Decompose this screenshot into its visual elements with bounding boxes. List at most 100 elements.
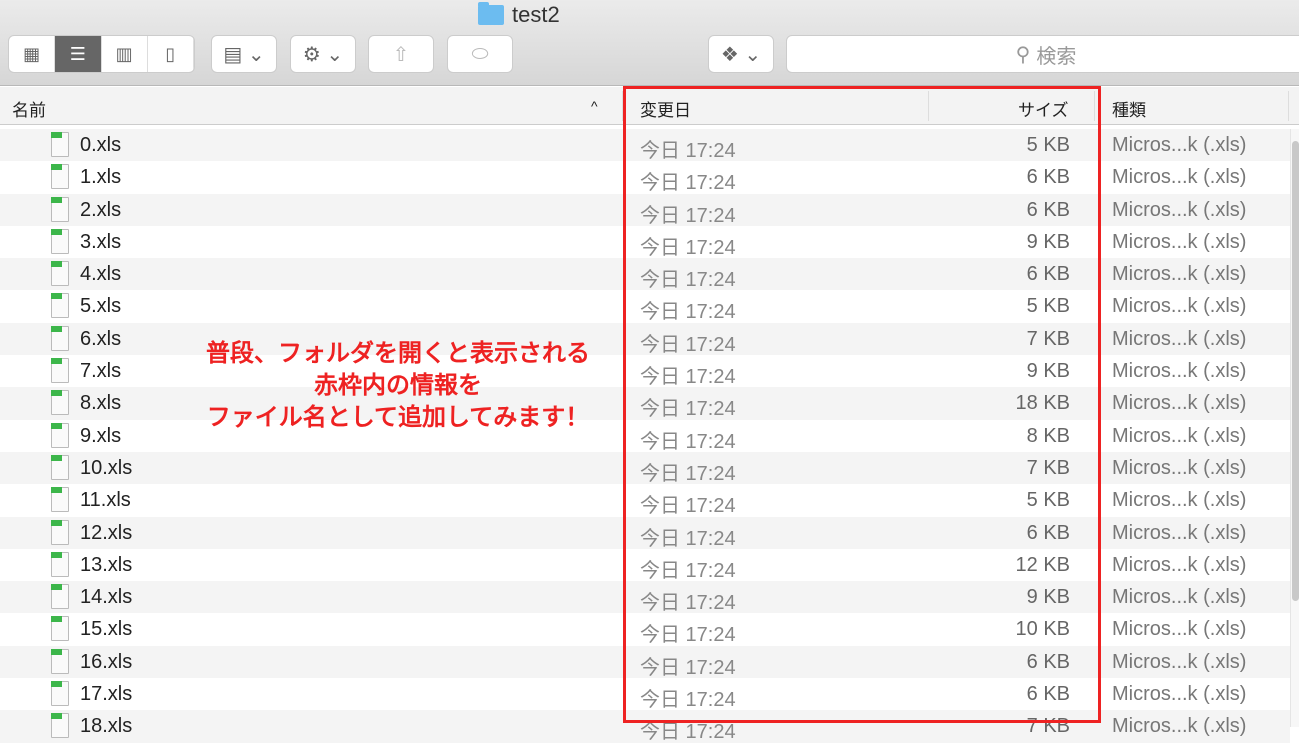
file-name: 2.xls (80, 198, 122, 221)
file-name: 3.xls (80, 230, 122, 253)
window-title: test2 (478, 2, 560, 28)
file-row[interactable]: 18.xls 今日 17:24 7 KB Micros...k (.xls) (0, 710, 1290, 743)
file-kind: Micros...k (.xls) (1112, 456, 1247, 479)
window-title-text: test2 (512, 2, 560, 27)
file-row[interactable]: 1.xls 今日 17:24 6 KB Micros...k (.xls) (0, 161, 1290, 195)
annotation: 普段、フォルダを開くと表示される 赤枠内の情報を ファイル名として追加してみます… (180, 338, 616, 434)
excel-file-icon (51, 616, 69, 642)
scrollbar[interactable] (1290, 129, 1299, 727)
file-date: 今日 17:24 (640, 495, 736, 518)
file-date: 今日 17:24 (640, 689, 736, 712)
file-row[interactable]: 0.xls 今日 17:24 5 KB Micros...k (.xls) (0, 129, 1290, 162)
file-kind: Micros...k (.xls) (1112, 586, 1247, 609)
file-date: 今日 17:24 (640, 236, 736, 259)
file-kind: Micros...k (.xls) (1112, 521, 1247, 544)
file-kind: Micros...k (.xls) (1112, 683, 1247, 706)
file-date: 今日 17:24 (640, 656, 736, 679)
file-kind: Micros...k (.xls) (1112, 553, 1247, 576)
file-kind: Micros...k (.xls) (1112, 618, 1247, 641)
file-date: 今日 17:24 (640, 366, 736, 389)
divider (1288, 91, 1289, 121)
list-view-button[interactable]: ☰ (55, 36, 102, 72)
file-name: 15.xls (80, 618, 133, 641)
file-date: 今日 17:24 (640, 172, 736, 195)
column-size[interactable]: サイズ (1018, 96, 1069, 121)
file-size: 9 KB (1026, 586, 1070, 609)
excel-file-icon (51, 358, 69, 384)
excel-file-icon (51, 293, 69, 319)
file-date: 今日 17:24 (640, 333, 736, 356)
file-name: 0.xls (80, 134, 122, 156)
excel-file-icon (51, 390, 69, 416)
file-date: 今日 17:24 (640, 301, 736, 324)
file-size: 8 KB (1026, 424, 1070, 447)
file-kind: Micros...k (.xls) (1112, 392, 1247, 415)
file-row[interactable]: 15.xls 今日 17:24 10 KB Micros...k (.xls) (0, 613, 1290, 646)
column-view-button[interactable]: ▥ (102, 36, 148, 72)
file-name: 5.xls (80, 295, 122, 318)
sort-ascending-icon[interactable]: ^ (591, 98, 598, 114)
scrollbar-thumb[interactable] (1292, 141, 1299, 601)
excel-file-icon (51, 132, 69, 157)
excel-file-icon (51, 454, 69, 480)
file-size: 7 KB (1026, 327, 1070, 350)
file-kind: Micros...k (.xls) (1112, 134, 1247, 156)
file-name: 10.xls (80, 456, 133, 479)
file-row[interactable]: 14.xls 今日 17:24 9 KB Micros...k (.xls) (0, 581, 1290, 615)
column-name[interactable]: 名前 (12, 96, 46, 121)
file-size: 6 KB (1026, 521, 1070, 544)
divider (1094, 91, 1095, 121)
excel-file-icon (51, 487, 69, 513)
file-date: 今日 17:24 (640, 592, 736, 615)
excel-file-icon (51, 681, 69, 707)
column-date[interactable]: 変更日 (640, 96, 691, 121)
file-row[interactable]: 4.xls 今日 17:24 6 KB Micros...k (.xls) (0, 258, 1290, 291)
file-kind: Micros...k (.xls) (1112, 424, 1247, 447)
excel-file-icon (51, 519, 69, 545)
file-name: 6.xls (80, 327, 122, 350)
file-kind: Micros...k (.xls) (1112, 327, 1247, 350)
search-icon: ⚲ (1015, 43, 1031, 66)
file-name: 12.xls (80, 521, 133, 544)
tag-button[interactable]: ⬭ (447, 35, 513, 73)
file-row[interactable]: 3.xls 今日 17:24 9 KB Micros...k (.xls) (0, 226, 1290, 259)
excel-file-icon (51, 325, 69, 351)
dropbox-button[interactable]: ❖ ⌄ (708, 35, 774, 73)
file-size: 9 KB (1026, 360, 1070, 383)
file-row[interactable]: 16.xls 今日 17:24 6 KB Micros...k (.xls) (0, 645, 1290, 679)
column-kind[interactable]: 種類 (1112, 96, 1146, 121)
file-list: 0.xls 今日 17:24 5 KB Micros...k (.xls) 1.… (0, 129, 1290, 743)
file-size: 5 KB (1026, 295, 1070, 318)
file-kind: Micros...k (.xls) (1112, 295, 1247, 318)
file-name: 4.xls (80, 263, 122, 286)
excel-file-icon (51, 648, 69, 674)
file-date: 今日 17:24 (640, 527, 736, 550)
gallery-view-button[interactable]: ▯ (148, 36, 194, 72)
file-row[interactable]: 5.xls 今日 17:24 5 KB Micros...k (.xls) (0, 290, 1290, 324)
arrange-button[interactable]: ▤ ⌄ (211, 35, 277, 73)
search-input[interactable]: ⚲ 検索 (786, 35, 1299, 73)
file-date: 今日 17:24 (640, 398, 736, 421)
file-kind: Micros...k (.xls) (1112, 230, 1247, 253)
file-row[interactable]: 11.xls 今日 17:24 5 KB Micros...k (.xls) (0, 484, 1290, 518)
file-name: 1.xls (80, 166, 122, 189)
annotation-line: ファイル名として追加してみます！ (206, 404, 590, 431)
file-size: 18 KB (1015, 392, 1070, 415)
file-name: 9.xls (80, 424, 122, 447)
file-row[interactable]: 10.xls 今日 17:24 7 KB Micros...k (.xls) (0, 451, 1290, 485)
excel-file-icon (51, 551, 69, 577)
icon-view-button[interactable]: ▦ (9, 36, 56, 72)
share-button[interactable]: ⇧ (368, 35, 434, 73)
file-date: 今日 17:24 (640, 204, 736, 227)
annotation-line: 普段、フォルダを開くと表示される (206, 340, 590, 367)
file-size: 6 KB (1026, 166, 1070, 189)
file-row[interactable]: 2.xls 今日 17:24 6 KB Micros...k (.xls) (0, 193, 1290, 227)
file-kind: Micros...k (.xls) (1112, 650, 1247, 673)
action-gear-button[interactable]: ⚙ ⌄ (290, 35, 356, 73)
file-kind: Micros...k (.xls) (1112, 263, 1247, 286)
file-row[interactable]: 12.xls 今日 17:24 6 KB Micros...k (.xls) (0, 516, 1290, 550)
file-row[interactable]: 13.xls 今日 17:24 12 KB Micros...k (.xls) (0, 549, 1290, 582)
file-row[interactable]: 17.xls 今日 17:24 6 KB Micros...k (.xls) (0, 678, 1290, 712)
excel-file-icon (51, 164, 69, 190)
file-size: 5 KB (1026, 134, 1070, 156)
